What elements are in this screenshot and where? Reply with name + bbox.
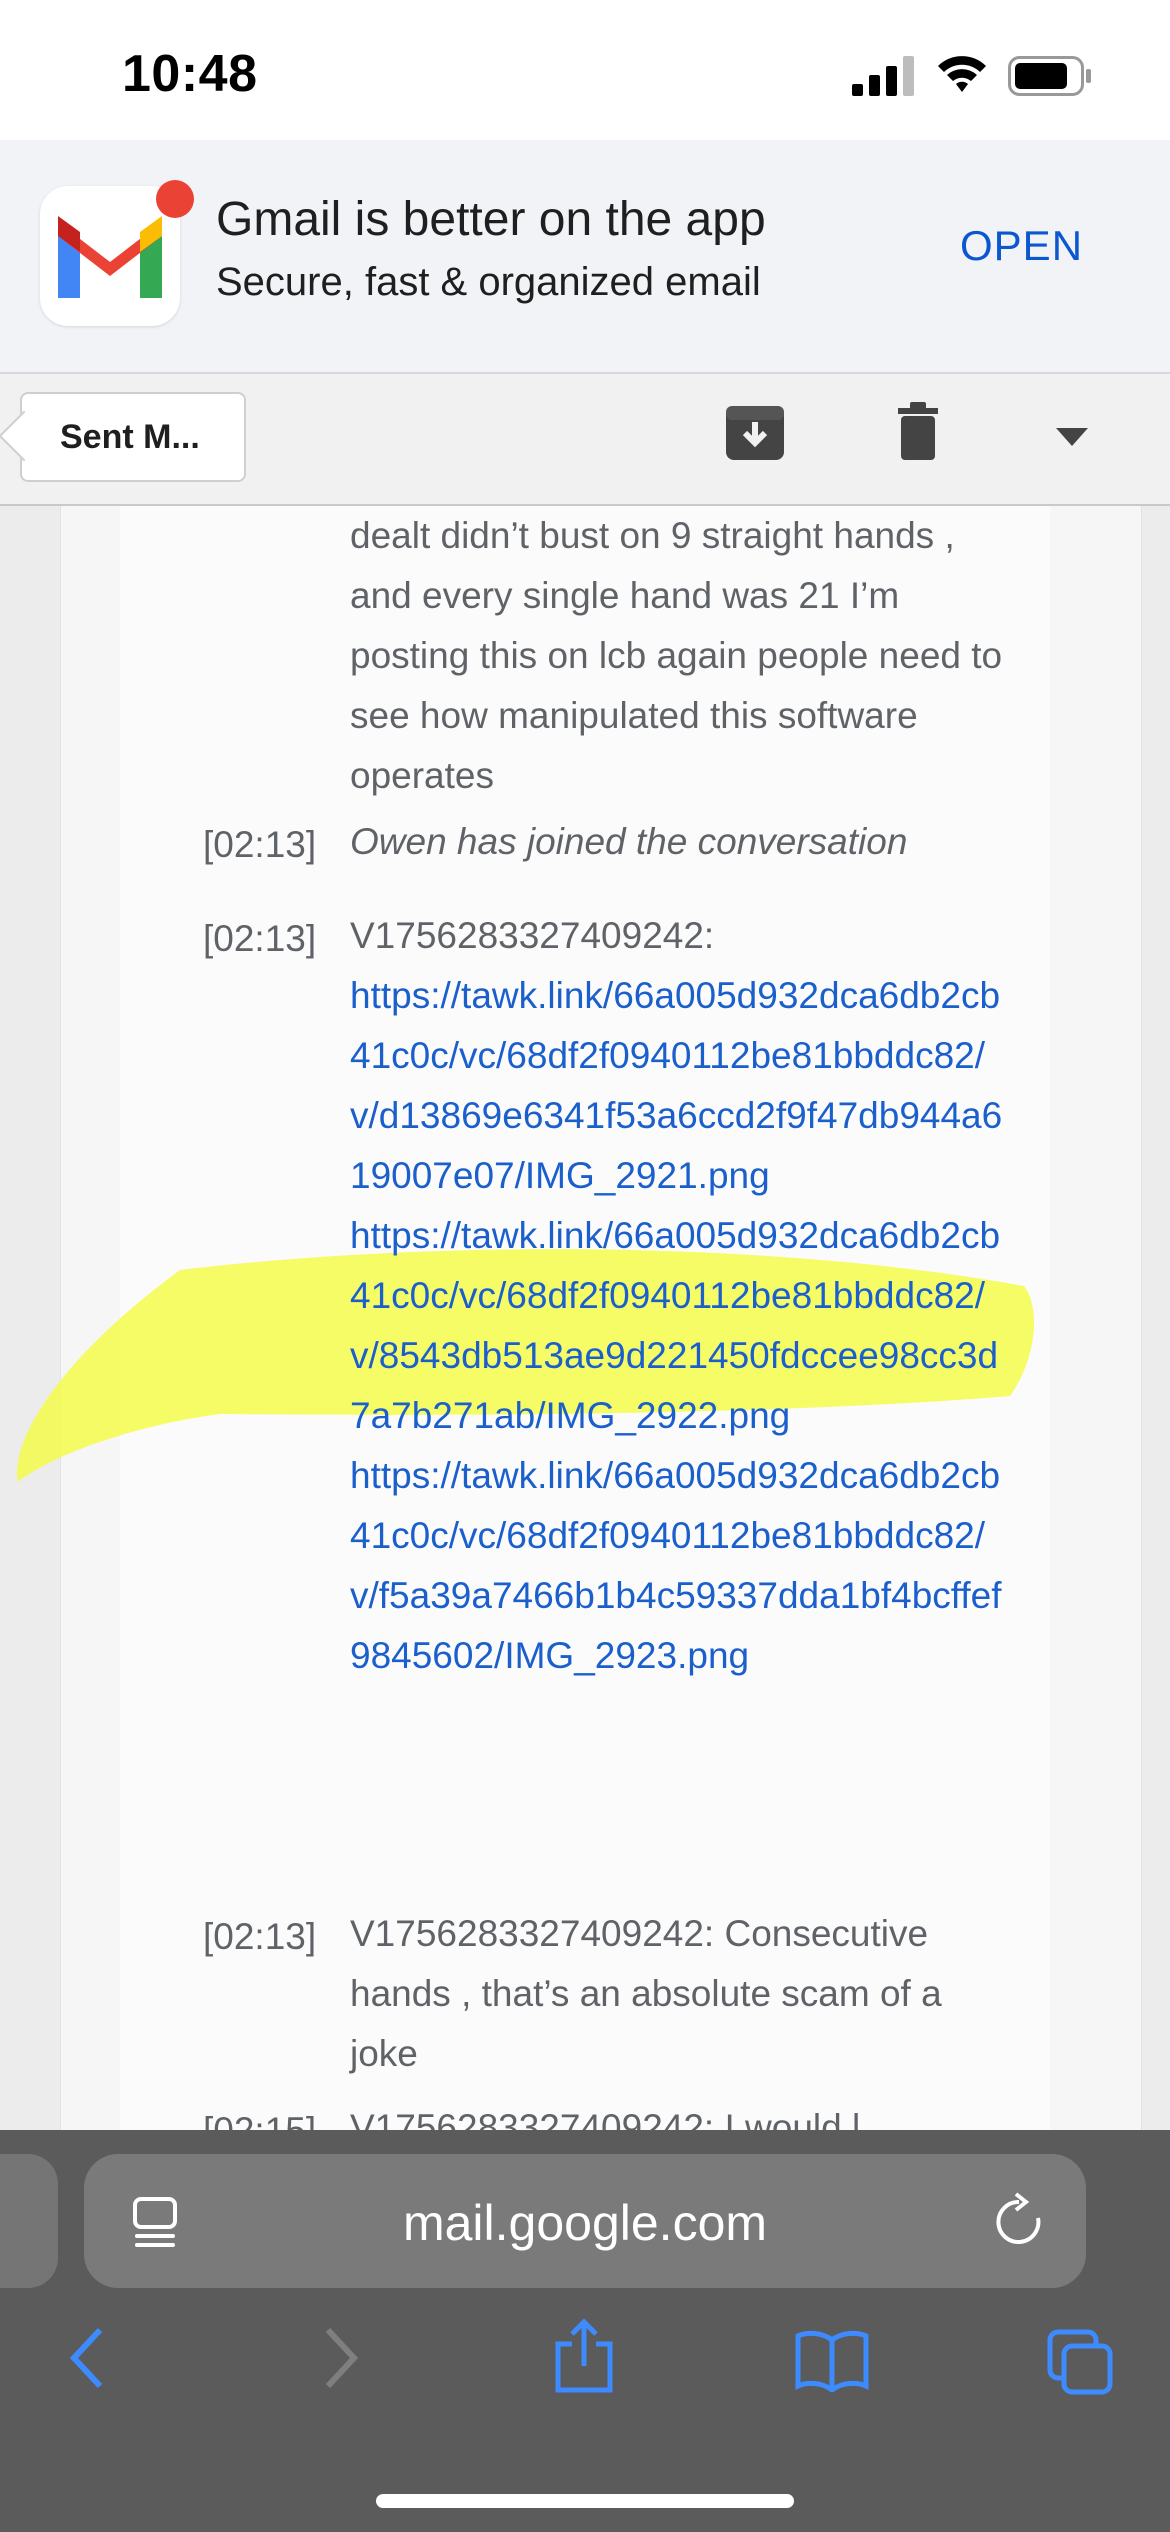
status-bar: 10:48: [0, 0, 1170, 140]
battery-icon: [1008, 56, 1091, 96]
message-text: Owen has joined the conversation: [350, 821, 908, 862]
message-with-links: V1756283327409242: https://tawk.link/66a…: [350, 906, 1010, 1686]
back-button-label: Sent M...: [60, 418, 200, 456]
trash-icon[interactable]: [894, 402, 942, 460]
message-timestamp: [02:13]: [203, 918, 317, 959]
reload-icon[interactable]: [994, 2192, 1044, 2246]
home-indicator: [376, 2494, 794, 2508]
attachment-link[interactable]: https://tawk.link/66a005d932dca6db2cb41c…: [350, 1446, 1010, 1686]
wifi-icon: [938, 56, 986, 92]
message-text: dealt didn’t bust on 9 straight hands , …: [350, 515, 1003, 796]
bookmarks-icon[interactable]: [794, 2330, 870, 2392]
previous-tab-peek[interactable]: [0, 2154, 58, 2288]
email-body: dealt didn’t bust on 9 straight hands , …: [0, 506, 1170, 2130]
banner-subtitle: Secure, fast & organized email: [216, 260, 761, 304]
message-toolbar: Sent M...: [0, 374, 1170, 506]
back-icon[interactable]: [66, 2326, 108, 2390]
address-bar[interactable]: mail.google.com: [84, 2154, 1086, 2288]
message-text: V1756283327409242: Consecutive hands , t…: [350, 1913, 942, 2074]
message-text: V1756283327409242: I would l...: [350, 2107, 892, 2130]
url-text: mail.google.com: [402, 2195, 768, 2251]
signal-icon: [852, 56, 914, 96]
share-icon[interactable]: [552, 2318, 616, 2394]
attachment-link[interactable]: https://tawk.link/66a005d932dca6db2cb41c…: [350, 966, 1010, 1206]
caret-down-icon[interactable]: [1056, 428, 1088, 446]
message-timestamp: [02:13]: [203, 1916, 317, 1957]
attachment-link[interactable]: https://tawk.link/66a005d932dca6db2cb41c…: [350, 1206, 1010, 1446]
open-app-button[interactable]: OPEN: [960, 222, 1083, 270]
message-timestamp: [02:15]: [203, 2110, 316, 2130]
message-timestamp: [02:13]: [203, 824, 317, 865]
banner-title: Gmail is better on the app: [216, 193, 766, 246]
app-install-banner: Gmail is better on the app Secure, fast …: [0, 140, 1170, 374]
message-sender: V1756283327409242:: [350, 915, 715, 956]
status-time: 10:48: [122, 45, 258, 103]
forward-icon[interactable]: [320, 2326, 362, 2390]
archive-icon[interactable]: [724, 400, 786, 462]
tabs-icon[interactable]: [1046, 2328, 1114, 2396]
notification-dot: [156, 180, 194, 218]
